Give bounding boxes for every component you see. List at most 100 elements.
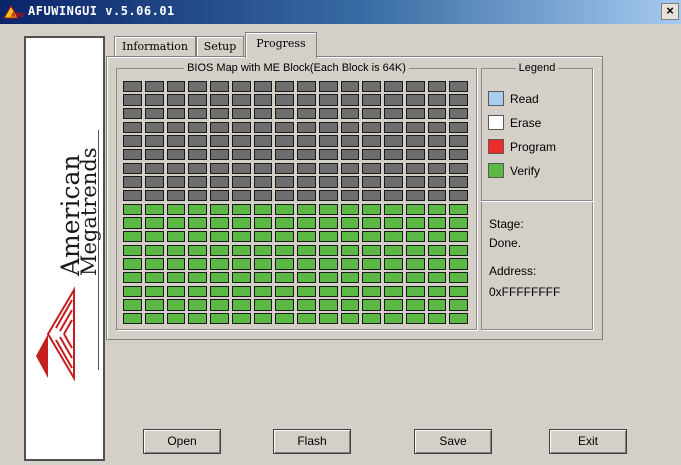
bios-block-verified — [188, 230, 207, 243]
bios-block-verified — [362, 203, 381, 216]
bios-block-verified — [231, 217, 251, 229]
bios-block-pending — [340, 135, 360, 147]
bios-block-verified — [384, 299, 403, 311]
tab-setup[interactable]: Setup — [196, 36, 244, 56]
bios-block-verified — [144, 258, 164, 270]
bios-block-pending — [275, 94, 294, 106]
bios-block-pending — [340, 80, 360, 93]
bios-block-verified — [384, 312, 403, 325]
bios-block-pending — [210, 176, 229, 188]
bios-block-verified — [188, 217, 207, 229]
bios-block-pending — [231, 121, 251, 134]
bios-block-pending — [297, 135, 316, 147]
flash-button[interactable]: Flash — [273, 429, 351, 454]
legend-label-program: Program — [510, 140, 557, 154]
bios-block-pending — [384, 148, 403, 161]
legend-divider — [481, 200, 593, 201]
ami-pyramid-logo — [36, 286, 75, 382]
bios-block-pending — [275, 176, 294, 188]
bios-block-pending — [166, 80, 186, 93]
bios-block-verified — [449, 299, 468, 311]
bios-block-verified — [405, 271, 425, 284]
bios-block-pending — [210, 94, 229, 106]
bios-block-verified — [123, 258, 142, 270]
bios-block-pending — [362, 107, 381, 120]
bios-block-verified — [210, 217, 229, 229]
bios-block-pending — [144, 80, 164, 93]
bios-block-verified — [275, 312, 294, 325]
bios-block-verified — [275, 271, 294, 284]
bios-block-pending — [318, 148, 338, 161]
bios-block-verified — [123, 299, 142, 311]
bios-block-pending — [210, 135, 229, 147]
bios-block-verified — [297, 230, 316, 243]
bios-block-pending — [166, 162, 186, 175]
bios-block-pending — [362, 121, 381, 134]
save-button[interactable]: Save — [414, 429, 492, 454]
bios-block-pending — [427, 176, 447, 188]
bios-block-verified — [166, 258, 186, 270]
bios-block-pending — [297, 80, 316, 93]
bios-block-verified — [405, 230, 425, 243]
bios-block-verified — [427, 203, 447, 216]
bios-block-verified — [253, 203, 273, 216]
bios-block-pending — [427, 189, 447, 202]
bios-block-pending — [318, 107, 338, 120]
bios-block-pending — [166, 135, 186, 147]
bios-block-pending — [144, 135, 164, 147]
read-swatch — [488, 91, 504, 106]
bios-block-pending — [210, 162, 229, 175]
bios-block-pending — [188, 94, 207, 106]
title-bar[interactable]: AMI AFUWINGUI v.5.06.01 × — [0, 0, 681, 24]
bios-block-pending — [449, 80, 468, 93]
bios-block-pending — [188, 107, 207, 120]
bios-block-verified — [144, 244, 164, 257]
bios-block-pending — [340, 162, 360, 175]
bios-block-verified — [340, 299, 360, 311]
bios-block-verified — [405, 258, 425, 270]
bios-block-verified — [297, 203, 316, 216]
bios-block-verified — [384, 258, 403, 270]
bios-block-pending — [449, 148, 468, 161]
bios-block-pending — [297, 107, 316, 120]
bios-block-pending — [188, 189, 207, 202]
tab-progress[interactable]: Progress — [245, 32, 317, 58]
bios-block-verified — [405, 285, 425, 298]
bios-block-verified — [405, 312, 425, 325]
bios-block-verified — [166, 271, 186, 284]
bios-block-pending — [253, 189, 273, 202]
bios-block-pending — [318, 135, 338, 147]
ami-logo: American Megatrends — [36, 147, 101, 382]
ami-app-icon: AMI — [3, 5, 24, 19]
close-button[interactable]: × — [661, 3, 679, 20]
bios-block-verified — [318, 230, 338, 243]
bios-block-verified — [275, 299, 294, 311]
bios-block-pending — [123, 121, 142, 134]
bios-block-verified — [123, 217, 142, 229]
bios-block-pending — [166, 121, 186, 134]
open-button[interactable]: Open — [143, 429, 221, 454]
bios-block-verified — [297, 244, 316, 257]
bios-block-pending — [253, 162, 273, 175]
bios-block-verified — [210, 203, 229, 216]
verify-swatch — [488, 163, 504, 178]
bios-block-verified — [427, 271, 447, 284]
bios-block-verified — [362, 230, 381, 243]
bios-block-pending — [384, 176, 403, 188]
bios-block-verified — [427, 285, 447, 298]
bios-block-verified — [123, 271, 142, 284]
tab-information[interactable]: Information — [114, 36, 196, 56]
bios-block-pending — [188, 148, 207, 161]
bios-block-pending — [231, 148, 251, 161]
bios-block-pending — [144, 148, 164, 161]
bios-block-pending — [297, 189, 316, 202]
bios-block-pending — [449, 94, 468, 106]
bios-block-verified — [144, 285, 164, 298]
bios-block-verified — [405, 299, 425, 311]
exit-button[interactable]: Exit — [549, 429, 627, 454]
bios-block-verified — [275, 203, 294, 216]
bios-block-verified — [144, 217, 164, 229]
bios-block-verified — [449, 203, 468, 216]
bios-block-pending — [166, 94, 186, 106]
bios-block-pending — [340, 189, 360, 202]
